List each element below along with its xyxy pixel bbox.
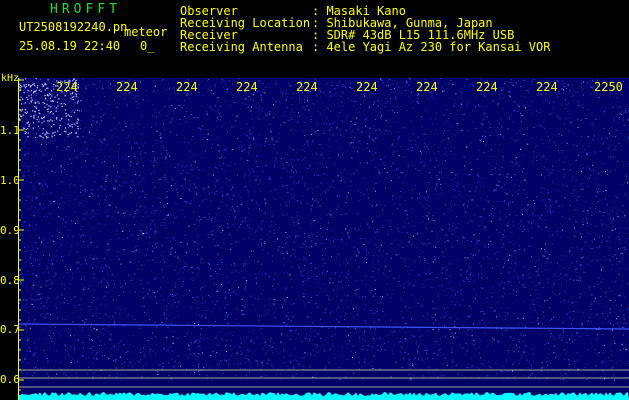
y-unit-label: kHz	[1, 73, 20, 84]
time-tick-label: 224	[356, 80, 378, 94]
mode-label: meteor	[124, 25, 168, 39]
meta-antenna: Receiving Antenna: 4ele Yagi Az 230 for …	[180, 40, 551, 54]
time-tick-label: 224	[476, 80, 498, 94]
time-tick-label: 224	[416, 80, 438, 94]
spectrogram-background	[18, 78, 629, 400]
time-tick-label: 2250	[594, 80, 623, 94]
time-tick-label: 224	[56, 80, 78, 94]
y-tick-label: 0.9	[0, 224, 20, 237]
meta-label: Receiving Antenna	[180, 40, 303, 54]
y-tick-label: 1.0	[0, 174, 20, 187]
header-panel: HROFFT UT2508192240.pn meteor 25.08.19 2…	[0, 0, 629, 72]
time-tick-label: 224	[236, 80, 258, 94]
file-name: UT2508192240.pn	[19, 20, 128, 34]
date-time: 25.08.19 22:40	[19, 39, 121, 53]
count-value: 0_	[140, 39, 155, 53]
spectrogram-plot	[18, 78, 629, 400]
meta-value: 4ele Yagi Az 230 for Kansai VOR	[326, 40, 551, 54]
time-tick-label: 224	[536, 80, 558, 94]
y-tick-label: 0.8	[0, 274, 20, 287]
y-tick-label: 0.7	[0, 323, 20, 336]
time-tick-label: 224	[176, 80, 198, 94]
time-tick-label: 224	[296, 80, 318, 94]
time-tick-label: 224	[116, 80, 138, 94]
y-tick-label: 0.6	[0, 373, 20, 386]
spectrogram-svg	[18, 78, 629, 400]
y-tick-label: 1.1	[0, 124, 20, 137]
brand-title: HROFFT	[50, 2, 121, 17]
